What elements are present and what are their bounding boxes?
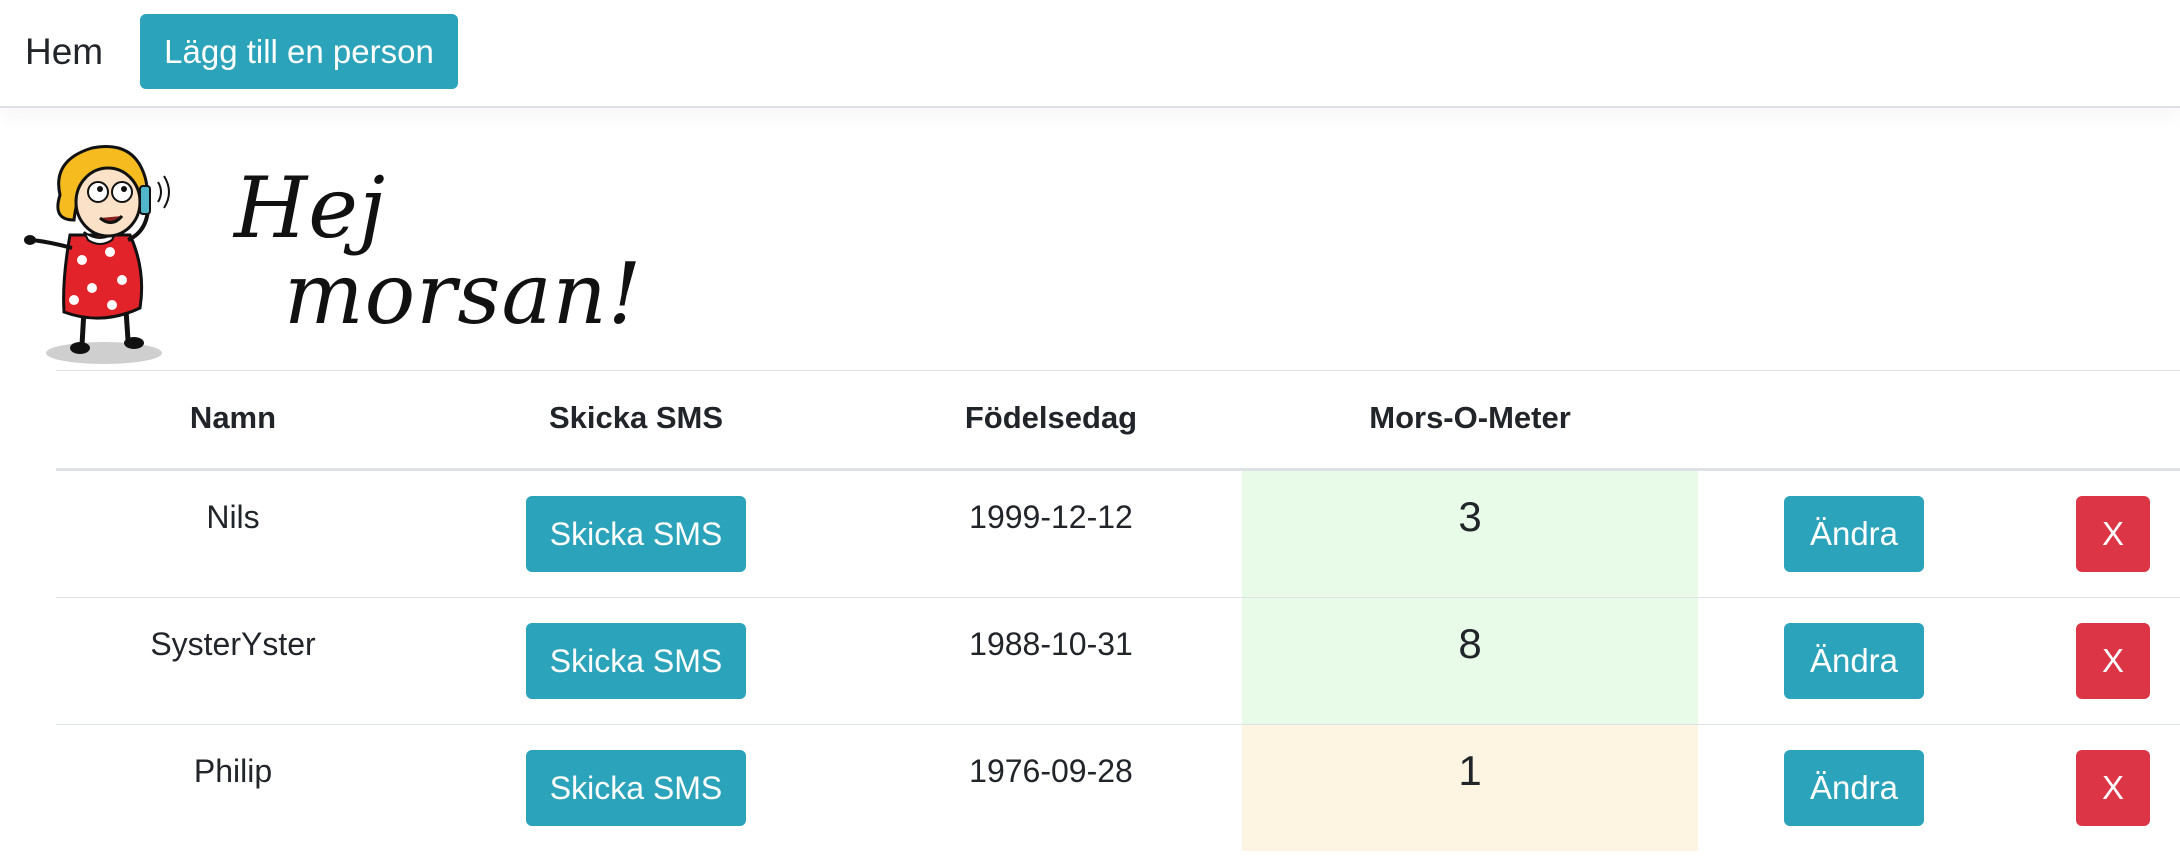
table-row: SysterYster Skicka SMS 1988-10-31 8 Ändr… bbox=[56, 598, 2180, 724]
edit-button[interactable]: Ändra bbox=[1784, 750, 1924, 826]
birthday: 1988-10-31 bbox=[969, 626, 1133, 662]
meter-cell: 1 bbox=[1242, 725, 1698, 851]
add-person-button[interactable]: Lägg till en person bbox=[140, 14, 458, 89]
send-sms-button[interactable]: Skicka SMS bbox=[526, 496, 746, 572]
meter-value: 8 bbox=[1458, 620, 1482, 667]
meter-value: 1 bbox=[1458, 747, 1482, 794]
home-link[interactable]: Hem bbox=[25, 24, 103, 80]
birthday: 1976-09-28 bbox=[969, 753, 1133, 789]
person-name: SysterYster bbox=[150, 626, 316, 662]
navbar: Hem Lägg till en person bbox=[0, 0, 2180, 108]
meter-cell: 8 bbox=[1242, 598, 1698, 724]
header-birthday: Födelsedag bbox=[964, 400, 1138, 435]
send-sms-button[interactable]: Skicka SMS bbox=[526, 623, 746, 699]
edit-button[interactable]: Ändra bbox=[1784, 623, 1924, 699]
table-row: Philip Skicka SMS 1976-09-28 1 Ändra X bbox=[56, 725, 2180, 851]
table-row: Nils Skicka SMS 1999-12-12 3 Ändra X bbox=[56, 471, 2180, 597]
birthday: 1999-12-12 bbox=[969, 499, 1133, 535]
delete-button[interactable]: X bbox=[2076, 750, 2150, 826]
person-name: Nils bbox=[206, 499, 260, 535]
send-sms-button[interactable]: Skicka SMS bbox=[526, 750, 746, 826]
delete-button[interactable]: X bbox=[2076, 623, 2150, 699]
logo-text-line1: Hej bbox=[234, 159, 387, 257]
cartoon-woman-on-phone-icon bbox=[24, 145, 170, 364]
person-name: Philip bbox=[193, 753, 273, 789]
logo-text-line2: morsan! bbox=[284, 245, 643, 343]
meter-cell: 3 bbox=[1242, 471, 1698, 597]
meter-value: 3 bbox=[1458, 493, 1482, 540]
table-top-border bbox=[56, 370, 2180, 371]
logo: Hej morsan! bbox=[22, 140, 642, 370]
header-meter: Mors-O-Meter bbox=[1369, 400, 1571, 435]
header-sms: Skicka SMS bbox=[548, 400, 724, 435]
edit-button[interactable]: Ändra bbox=[1784, 496, 1924, 572]
delete-button[interactable]: X bbox=[2076, 496, 2150, 572]
header-name: Namn bbox=[189, 400, 277, 435]
